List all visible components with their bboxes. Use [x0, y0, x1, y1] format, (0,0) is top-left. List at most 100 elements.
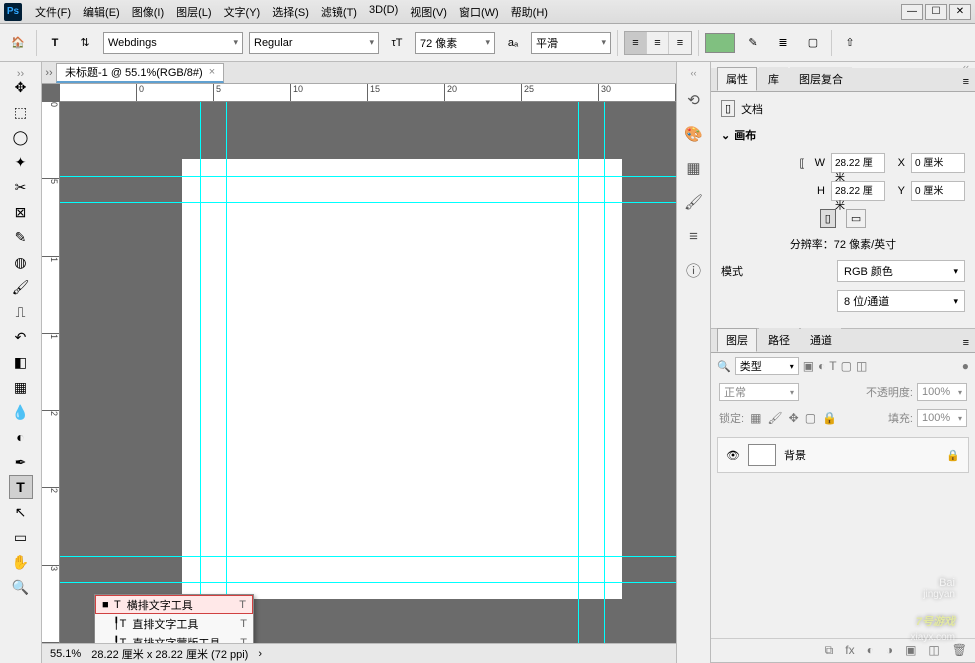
canvas-area[interactable]: 0 510 1520 2530 05 11 22 3 ■T: [42, 84, 676, 643]
move-tool[interactable]: ✥: [9, 75, 33, 99]
orientation-landscape-icon[interactable]: ▭: [846, 209, 866, 228]
link-wh-icon[interactable]: ⟦: [800, 157, 805, 170]
tab-paths[interactable]: 路径: [759, 328, 799, 352]
menu-edit[interactable]: 编辑(E): [78, 2, 125, 22]
menu-select[interactable]: 选择(S): [267, 2, 314, 22]
wand-tool[interactable]: ✦: [9, 150, 33, 174]
link-layers-icon[interactable]: ⧉: [825, 643, 834, 658]
lock-image-icon[interactable]: 🖌: [767, 411, 782, 425]
expand-panels-icon[interactable]: ››: [42, 62, 56, 83]
tab-properties[interactable]: 属性: [717, 67, 757, 91]
filter-type-select[interactable]: 类型: [735, 357, 799, 375]
dodge-tool[interactable]: ◐: [9, 425, 33, 449]
toggle-orientation-icon[interactable]: ⇅: [73, 31, 97, 55]
3d-text-icon[interactable]: ▢: [801, 31, 825, 55]
layer-name[interactable]: 背景: [784, 447, 806, 463]
history-panel-icon[interactable]: ≡: [684, 226, 704, 246]
search-icon[interactable]: 🔍: [717, 360, 731, 373]
history-brush-tool[interactable]: ↶: [9, 325, 33, 349]
menu-filter[interactable]: 滤镜(T): [316, 2, 362, 22]
layer-thumbnail[interactable]: [748, 444, 776, 466]
gradient-tool[interactable]: ▦: [9, 375, 33, 399]
opacity-input[interactable]: 100%: [917, 383, 967, 401]
delete-layer-icon[interactable]: 🗑: [952, 643, 967, 658]
adjustment-icon[interactable]: ◑: [886, 643, 893, 658]
char-panel-icon[interactable]: ≣: [771, 31, 795, 55]
menu-help[interactable]: 帮助(H): [506, 2, 553, 22]
mask-icon[interactable]: ◐: [867, 643, 874, 658]
width-input[interactable]: 28.22 厘米: [831, 153, 885, 173]
tab-libraries[interactable]: 库: [759, 67, 788, 91]
align-left-icon[interactable]: ≡: [625, 32, 647, 54]
close-button[interactable]: ✕: [949, 4, 971, 20]
menu-file[interactable]: 文件(F): [30, 2, 76, 22]
minimize-button[interactable]: —: [901, 4, 923, 20]
menu-view[interactable]: 视图(V): [405, 2, 452, 22]
y-input[interactable]: 0 厘米: [911, 181, 965, 201]
lock-pos-icon[interactable]: ✥: [789, 411, 799, 425]
healing-tool[interactable]: ◍: [9, 250, 33, 274]
home-icon[interactable]: 🏠: [6, 31, 30, 55]
filter-adjust-icon[interactable]: ◐: [818, 359, 825, 373]
filter-type-icon[interactable]: T: [829, 359, 836, 373]
menu-type[interactable]: 文字(Y): [219, 2, 266, 22]
ruler-vertical[interactable]: 05 11 22 3: [42, 102, 60, 643]
eraser-tool[interactable]: ◧: [9, 350, 33, 374]
hand-tool[interactable]: ✋: [9, 550, 33, 574]
font-style-select[interactable]: Regular: [249, 32, 379, 54]
filter-shape-icon[interactable]: ▢: [841, 359, 852, 373]
font-size-select[interactable]: 72 像素: [415, 32, 495, 54]
blur-tool[interactable]: 💧: [9, 400, 33, 424]
menu-3d[interactable]: 3D(D): [364, 2, 403, 22]
marquee-tool[interactable]: ⬚: [9, 100, 33, 124]
path-select-tool[interactable]: ↖: [9, 500, 33, 524]
tab-channels[interactable]: 通道: [801, 328, 841, 352]
maximize-button[interactable]: ☐: [925, 4, 947, 20]
blend-mode-select[interactable]: 正常: [719, 383, 799, 401]
filter-smart-icon[interactable]: ◫: [856, 359, 867, 373]
menu-image[interactable]: 图像(I): [127, 2, 169, 22]
menu-layer[interactable]: 图层(L): [171, 2, 216, 22]
bit-depth-select[interactable]: 8 位/通道: [837, 290, 965, 312]
filter-image-icon[interactable]: ▣: [803, 359, 814, 373]
tab-layers[interactable]: 图层: [717, 328, 757, 352]
zoom-level[interactable]: 55.1%: [50, 648, 81, 660]
orientation-portrait-icon[interactable]: ▯: [820, 209, 836, 228]
panel-menu-icon[interactable]: ≡: [957, 73, 975, 91]
group-icon[interactable]: ▣: [905, 643, 916, 658]
share-icon[interactable]: ⇧: [838, 31, 862, 55]
frame-tool[interactable]: ⊠: [9, 200, 33, 224]
info-chevron-icon[interactable]: ›: [258, 648, 262, 660]
stamp-tool[interactable]: ⎍: [9, 300, 33, 324]
swatches-panel-icon[interactable]: ▦: [684, 158, 704, 178]
doc-info[interactable]: 28.22 厘米 x 28.22 厘米 (72 ppi): [91, 646, 248, 662]
text-color-swatch[interactable]: [705, 33, 735, 53]
height-input[interactable]: 28.22 厘米: [831, 181, 885, 201]
filter-toggle-icon[interactable]: ●: [962, 359, 969, 373]
color-panel-icon[interactable]: 🎨: [684, 124, 704, 144]
fill-input[interactable]: 100%: [917, 409, 967, 427]
flyout-vertical-type[interactable]: ╿T 直排文字工具T: [95, 614, 253, 633]
new-layer-icon[interactable]: ◫: [928, 643, 939, 658]
tab-layer-comps[interactable]: 图层复合: [790, 67, 852, 91]
crop-tool[interactable]: ✂: [9, 175, 33, 199]
align-right-icon[interactable]: ≡: [669, 32, 691, 54]
lock-trans-icon[interactable]: ▦: [750, 411, 761, 425]
layer-row[interactable]: 👁 背景 🔒: [717, 437, 969, 473]
lock-artboard-icon[interactable]: ▢: [805, 411, 816, 425]
shape-tool[interactable]: ▭: [9, 525, 33, 549]
panel-menu-icon[interactable]: ≡: [957, 334, 975, 352]
brush-tool[interactable]: 🖌: [9, 275, 33, 299]
lasso-tool[interactable]: ◯: [9, 125, 33, 149]
flyout-horizontal-type[interactable]: ■T 横排文字工具T: [95, 595, 253, 614]
brushes-panel-icon[interactable]: 🖌: [684, 192, 704, 212]
tab-close-icon[interactable]: ×: [209, 66, 215, 78]
antialias-select[interactable]: 平滑: [531, 32, 611, 54]
eyedropper-tool[interactable]: ✎: [9, 225, 33, 249]
canvas-section-header[interactable]: ⌄ 画布: [721, 127, 965, 143]
color-mode-select[interactable]: RGB 颜色: [837, 260, 965, 282]
flyout-vertical-mask[interactable]: ╿T 直排文字蒙版工具T: [95, 633, 253, 643]
info-panel-icon[interactable]: ⓘ: [684, 260, 704, 280]
visibility-icon[interactable]: 👁: [726, 449, 740, 462]
type-tool[interactable]: T: [9, 475, 33, 499]
